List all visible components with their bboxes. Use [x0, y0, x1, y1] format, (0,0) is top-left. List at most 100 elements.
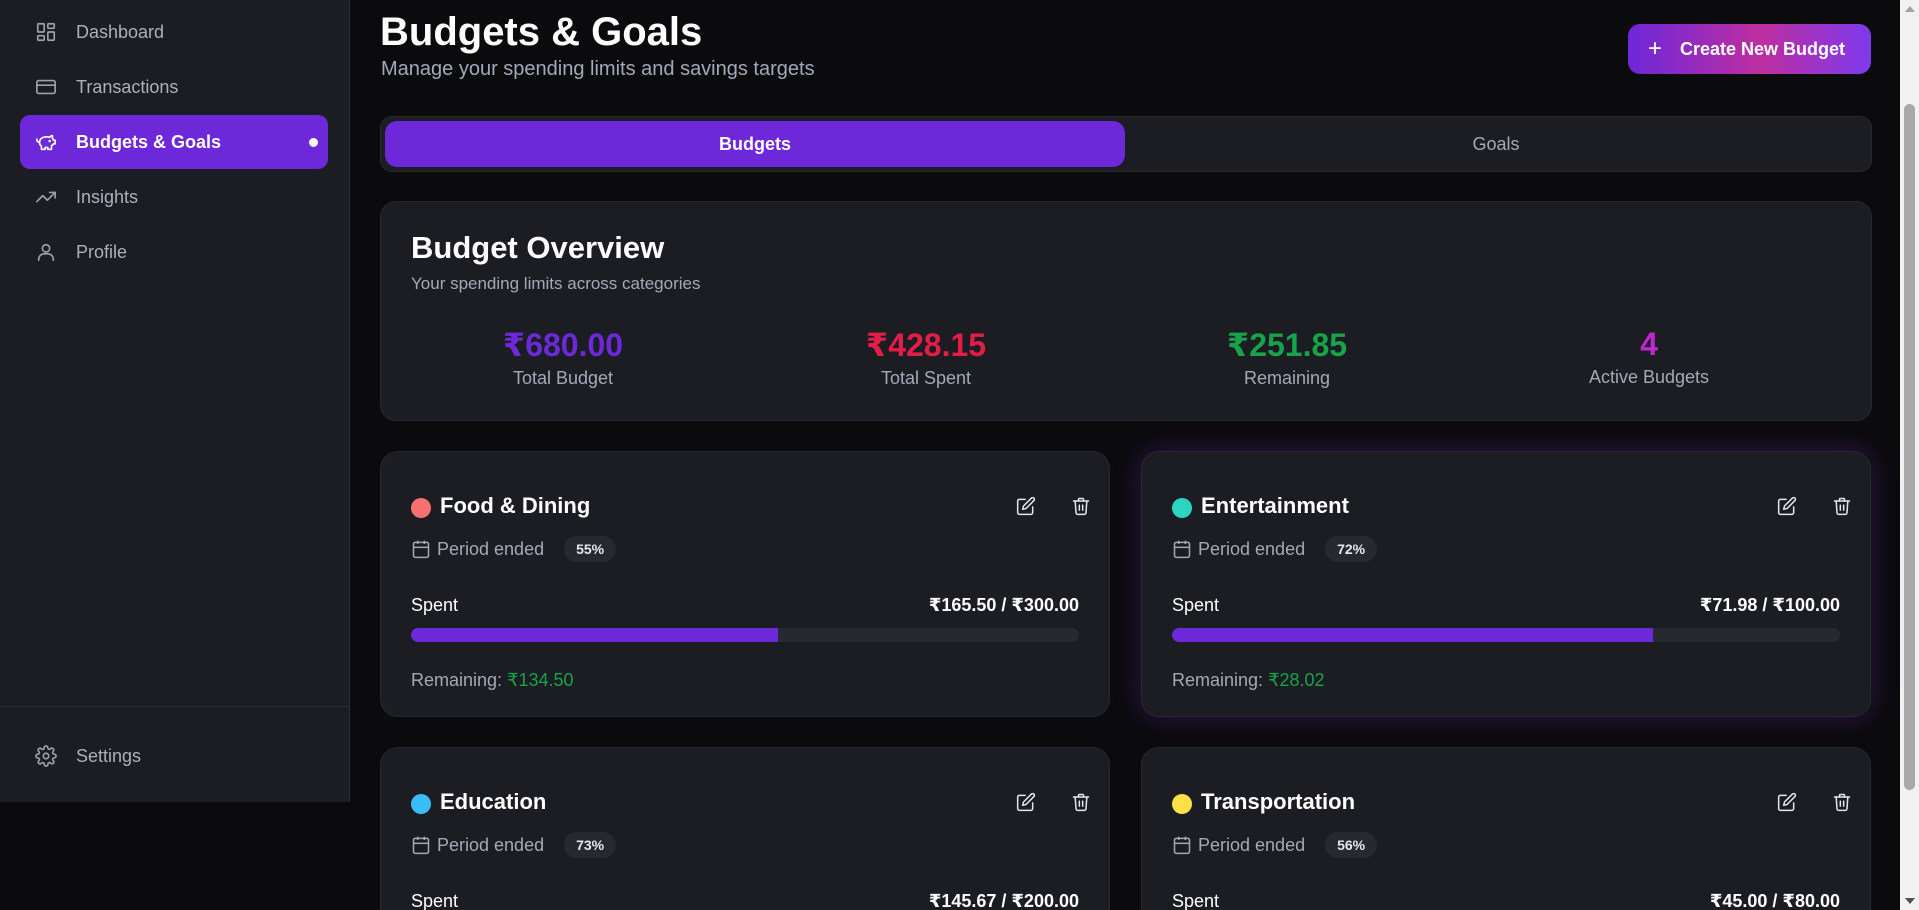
budget-name: Food & Dining [440, 493, 591, 518]
scroll-up-arrow-icon[interactable] [1905, 6, 1915, 12]
user-icon [34, 240, 58, 264]
stat-label: Remaining [1243, 368, 1331, 388]
sidebar-item-settings[interactable]: Settings [20, 729, 328, 783]
category-color-dot [1172, 794, 1192, 814]
trash-icon[interactable] [1067, 788, 1095, 816]
tab-goals[interactable]: Goals [1126, 121, 1866, 167]
create-button-label: Create New Budget [1680, 38, 1846, 59]
credit-card-icon [34, 75, 58, 99]
spent-label: Spent [411, 595, 459, 615]
tab-budgets[interactable]: Budgets [385, 121, 1125, 167]
piggy-bank-icon [34, 130, 58, 154]
overview-subtitle: Your spending limits across categories [411, 274, 701, 293]
budget-card-transportation: Transportation Period ended 56% Spent ₹4… [1141, 747, 1871, 910]
category-color-dot [411, 498, 431, 518]
trash-icon[interactable] [1828, 788, 1856, 816]
budget-card-entertainment: Entertainment Period ended 72% Spent ₹71… [1141, 451, 1871, 717]
budget-period: Period ended 72% [1172, 536, 1378, 562]
budget-period: Period ended 56% [1172, 832, 1378, 858]
period-label: Period ended [437, 834, 545, 855]
trending-up-icon [34, 185, 58, 209]
edit-icon[interactable] [1012, 492, 1040, 520]
period-label: Period ended [1198, 538, 1306, 559]
stat-value: 4 [1640, 326, 1658, 362]
spent-amount: ₹145.67 / ₹200.00 [928, 891, 1079, 910]
spent-label: Spent [1172, 595, 1220, 615]
percent-badge: 55% [564, 536, 617, 562]
sidebar-item-insights[interactable]: Insights [20, 170, 328, 224]
sidebar-item-label: Settings [76, 745, 142, 766]
remaining-amount: ₹28.02 [1268, 670, 1325, 690]
progress-bar [1172, 628, 1840, 642]
trash-icon[interactable] [1067, 492, 1095, 520]
stat-value: ₹680.00 [502, 327, 624, 363]
stat-remaining: ₹251.85 Remaining [1137, 326, 1437, 389]
spent-amount: ₹71.98 / ₹100.00 [1699, 595, 1840, 615]
stat-total-spent: ₹428.15 Total Spent [776, 326, 1076, 389]
spent-amount: ₹165.50 / ₹300.00 [928, 595, 1079, 615]
page-scrollbar[interactable] [1900, 0, 1919, 910]
stat-value: ₹251.85 [1226, 327, 1348, 363]
percent-badge: 72% [1325, 536, 1378, 562]
edit-icon[interactable] [1773, 492, 1801, 520]
sidebar-footer: Settings [0, 706, 350, 784]
trash-icon[interactable] [1828, 492, 1856, 520]
sidebar-item-label: Profile [76, 241, 128, 262]
sidebar-item-label: Dashboard [76, 21, 165, 42]
plus-icon: + [1648, 35, 1663, 62]
spent-label: Spent [411, 891, 459, 910]
sidebar-item-budgets-goals[interactable]: Budgets & Goals [20, 115, 328, 169]
budget-name: Transportation [1201, 789, 1356, 814]
remaining-label: Remaining: [411, 670, 503, 690]
remaining-text: Remaining: ₹28.02 [1172, 670, 1325, 691]
budget-period: Period ended 55% [411, 536, 617, 562]
sidebar-item-dashboard[interactable]: Dashboard [20, 5, 328, 59]
period-label: Period ended [437, 538, 545, 559]
calendar-icon [1173, 836, 1191, 855]
category-color-dot [1172, 498, 1192, 518]
sidebar: Dashboard Transactions Budgets & Goals I… [0, 0, 350, 802]
remaining-text: Remaining: ₹134.50 [411, 670, 574, 691]
remaining-label: Remaining: [1172, 670, 1264, 690]
calendar-icon [412, 540, 430, 559]
remaining-amount: ₹134.50 [507, 670, 574, 690]
percent-badge: 73% [564, 832, 617, 858]
budget-card-education: Education Period ended 73% Spent ₹145.67… [380, 747, 1110, 910]
create-new-budget-button[interactable]: + Create New Budget [1628, 24, 1871, 74]
scroll-down-arrow-icon[interactable] [1905, 898, 1915, 904]
stat-total-budget: ₹680.00 Total Budget [413, 326, 713, 389]
active-indicator-dot [309, 138, 318, 147]
stat-active-budgets: 4 Active Budgets [1499, 326, 1799, 388]
sidebar-item-profile[interactable]: Profile [20, 225, 328, 279]
stat-value: ₹428.15 [865, 327, 987, 363]
sidebar-item-label: Budgets & Goals [76, 131, 222, 152]
tab-bar: Budgets Goals [380, 116, 1872, 172]
dashboard-icon [34, 20, 58, 44]
spent-label: Spent [1172, 891, 1220, 910]
period-label: Period ended [1198, 834, 1306, 855]
edit-icon[interactable] [1773, 788, 1801, 816]
stat-label: Total Spent [880, 368, 972, 388]
edit-icon[interactable] [1012, 788, 1040, 816]
percent-badge: 56% [1325, 832, 1378, 858]
overview-title: Budget Overview [411, 230, 665, 265]
category-color-dot [411, 794, 431, 814]
progress-fill [411, 628, 779, 642]
progress-bar [411, 628, 1079, 642]
spent-amount: ₹45.00 / ₹80.00 [1709, 891, 1840, 910]
page-title: Budgets & Goals [380, 10, 703, 54]
gear-icon [34, 744, 58, 768]
calendar-icon [412, 836, 430, 855]
stat-label: Total Budget [512, 368, 614, 388]
sidebar-nav: Dashboard Transactions Budgets & Goals I… [20, 5, 328, 280]
scrollbar-thumb[interactable] [1904, 104, 1915, 790]
progress-fill [1172, 628, 1653, 642]
budget-card-food-dining: Food & Dining Period ended 55% Spent ₹16… [380, 451, 1110, 717]
sidebar-item-label: Transactions [76, 76, 179, 97]
page-subtitle: Manage your spending limits and savings … [381, 58, 815, 80]
sidebar-item-transactions[interactable]: Transactions [20, 60, 328, 114]
budget-period: Period ended 73% [411, 832, 617, 858]
calendar-icon [1173, 540, 1191, 559]
main-content: Budgets & Goals Manage your spending lim… [351, 0, 1901, 910]
budget-overview-card: Budget Overview Your spending limits acr… [380, 201, 1872, 421]
